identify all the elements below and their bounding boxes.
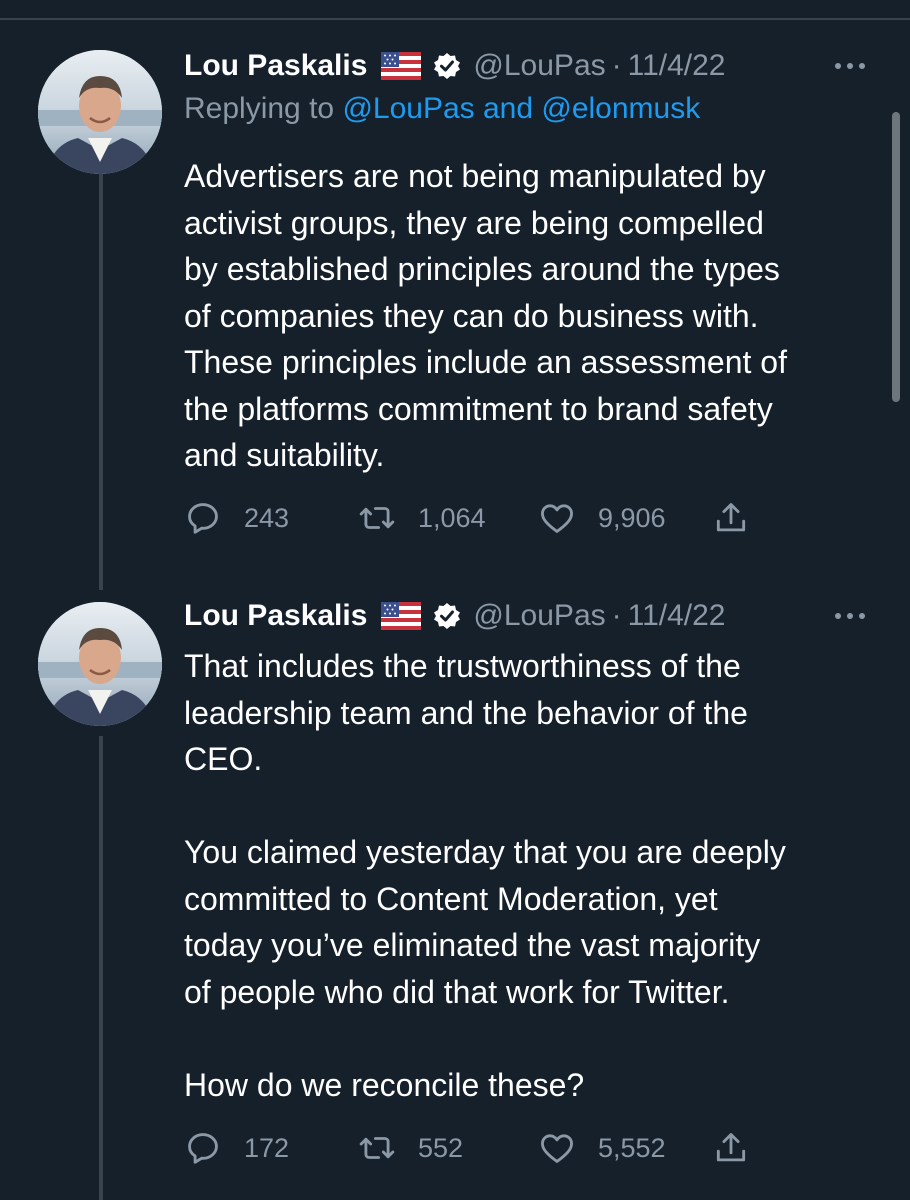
retweet-button[interactable]: 1,064	[358, 496, 486, 540]
replying-prefix: Replying to	[184, 92, 343, 125]
share-button[interactable]	[712, 496, 750, 540]
thread-line	[99, 148, 103, 590]
tweet-text: That includes the trustworthiness of the…	[184, 648, 786, 1103]
separator-dot: ·	[611, 599, 622, 632]
twitter-thread-screen: Lou Paskalis @LouPas · 11/4/22 Replying …	[0, 0, 910, 1200]
retweet-button[interactable]: 552	[358, 1126, 463, 1170]
mention-link[interactable]: @LouPas	[342, 92, 474, 125]
mention-conjunction: and	[474, 92, 542, 125]
tweet-actions: 172 552 5,552	[184, 1126, 784, 1170]
reply-button[interactable]: 172	[184, 1126, 289, 1170]
heart-icon	[541, 1134, 573, 1163]
share-icon	[716, 1133, 746, 1162]
tweet-actions: 243 1,064 9,906	[184, 496, 784, 540]
scrollbar[interactable]	[892, 112, 900, 402]
author-handle[interactable]: @LouPas	[473, 599, 605, 633]
share-icon	[716, 503, 746, 532]
tweet-date[interactable]: 11/4/22	[628, 599, 726, 633]
tweet-header: Lou Paskalis @LouPas · 11/4/22	[184, 44, 726, 88]
tweet-date[interactable]: 11/4/22	[628, 49, 726, 83]
retweet-count: 552	[418, 1132, 464, 1163]
top-divider	[0, 18, 910, 20]
more-options-icon[interactable]	[830, 606, 870, 626]
retweet-icon	[359, 507, 395, 529]
verified-badge-icon	[433, 52, 461, 80]
thread-line	[99, 736, 103, 1200]
reply-button[interactable]: 243	[184, 496, 289, 540]
heart-icon	[541, 504, 573, 533]
author-handle[interactable]: @LouPas	[473, 49, 605, 83]
more-options-icon[interactable]	[830, 56, 870, 76]
like-button[interactable]: 9,906	[538, 496, 666, 540]
like-button[interactable]: 5,552	[538, 1126, 666, 1170]
us-flag-icon	[381, 52, 422, 80]
author-name[interactable]: Lou Paskalis	[184, 599, 367, 633]
reply-count: 172	[244, 1132, 290, 1163]
verified-badge-icon	[433, 602, 461, 630]
like-count: 5,552	[598, 1132, 666, 1163]
avatar[interactable]	[38, 50, 162, 174]
like-count: 9,906	[598, 502, 666, 533]
retweet-icon	[359, 1137, 395, 1159]
share-button[interactable]	[712, 1126, 750, 1170]
avatar-photo	[38, 602, 162, 726]
avatar[interactable]	[38, 602, 162, 726]
tweet-text: Advertisers are not being manipulated by…	[184, 158, 787, 473]
us-flag-icon	[381, 602, 422, 630]
avatar-photo	[38, 50, 162, 174]
tweet-header: Lou Paskalis @LouPas · 11/4/22	[184, 594, 726, 638]
retweet-count: 1,064	[418, 502, 486, 533]
author-name[interactable]: Lou Paskalis	[184, 49, 367, 83]
separator-dot: ·	[611, 49, 622, 82]
reply-icon	[188, 503, 218, 534]
reply-count: 243	[244, 502, 290, 533]
mention-link[interactable]: @elonmusk	[541, 92, 700, 125]
reply-icon	[188, 1133, 218, 1164]
replying-to: Replying to @LouPas and @elonmusk	[184, 92, 700, 126]
